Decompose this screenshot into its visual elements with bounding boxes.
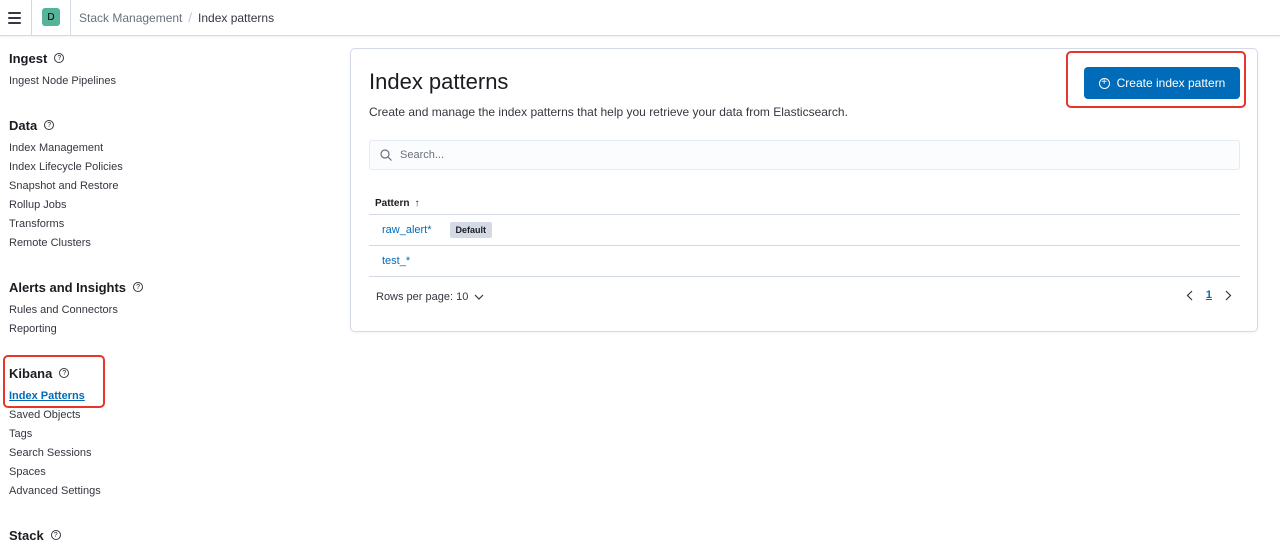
sidebar-item-transforms[interactable]: Transforms — [9, 215, 123, 234]
rows-per-page-label: Rows per page: 10 — [376, 291, 469, 303]
nav-group-title: Ingest ? — [9, 49, 116, 67]
highlight-box-create-button — [1066, 51, 1246, 108]
search-input[interactable] — [400, 149, 1220, 161]
sidebar-item-rollup-jobs[interactable]: Rollup Jobs — [9, 196, 123, 215]
table-footer: Rows per page: 10 1 — [369, 285, 1240, 309]
sidebar-item-index-lifecycle-policies[interactable]: Index Lifecycle Policies — [9, 158, 123, 177]
default-badge: Default — [449, 222, 493, 238]
sidebar-item-remote-clusters[interactable]: Remote Clusters — [9, 234, 123, 253]
breadcrumb-separator: / — [188, 10, 193, 25]
nav-group-alerts-and-insights: Alerts and Insights ? Rules and Connecto… — [9, 278, 144, 339]
help-icon[interactable]: ? — [50, 530, 61, 540]
help-icon[interactable]: ? — [133, 282, 144, 292]
header-divider — [70, 0, 71, 36]
nav-group-stack: Stack ? — [9, 526, 61, 544]
highlight-box-kibana — [3, 355, 105, 408]
nav-group-ingest: Ingest ? Ingest Node Pipelines — [9, 49, 116, 91]
sidebar-item-reporting[interactable]: Reporting — [9, 320, 143, 339]
search-icon — [380, 149, 392, 161]
breadcrumb: Stack Management / Index patterns — [79, 10, 274, 25]
table-header-pattern[interactable]: Pattern ↑ — [369, 193, 1240, 215]
sidebar-item-snapshot-and-restore[interactable]: Snapshot and Restore — [9, 177, 123, 196]
nav-group-title-text: Data — [9, 117, 38, 133]
top-header: D Stack Management / Index patterns — [0, 0, 1280, 36]
chevron-left-icon[interactable] — [1186, 290, 1193, 301]
hamburger-menu-icon[interactable] — [8, 8, 24, 28]
sort-ascending-icon[interactable]: ↑ — [414, 198, 419, 209]
header-divider — [31, 0, 32, 36]
sidebar-item-rules-and-connectors[interactable]: Rules and Connectors — [9, 301, 143, 320]
sidebar-item-ingest-node-pipelines[interactable]: Ingest Node Pipelines — [9, 72, 116, 91]
table-row: test_* — [369, 246, 1240, 277]
breadcrumb-current: Index patterns — [198, 10, 275, 25]
page-title: Index patterns — [369, 69, 509, 94]
column-header-label: Pattern — [375, 198, 410, 209]
page-number[interactable]: 1 — [1206, 289, 1212, 301]
help-icon[interactable]: ? — [44, 120, 55, 130]
nav-group-title-text: Alerts and Insights — [9, 279, 127, 295]
nav-group-title-text: Stack — [9, 527, 44, 543]
nav-group-title: Data ? — [9, 116, 123, 134]
sidebar-item-advanced-settings[interactable]: Advanced Settings — [9, 482, 101, 501]
page-description: Create and manage the index patterns tha… — [369, 105, 848, 119]
pattern-link-test[interactable]: test_* — [382, 255, 410, 267]
sidebar-item-saved-objects[interactable]: Saved Objects — [9, 406, 101, 425]
search-bar — [369, 140, 1240, 170]
rows-per-page-select[interactable]: Rows per page: 10 — [376, 291, 484, 303]
sidebar-item-tags[interactable]: Tags — [9, 425, 101, 444]
sidebar-item-search-sessions[interactable]: Search Sessions — [9, 444, 101, 463]
nav-group-title: Alerts and Insights ? — [9, 278, 144, 296]
chevron-right-icon[interactable] — [1225, 290, 1232, 301]
sidebar-item-index-management[interactable]: Index Management — [9, 139, 123, 158]
pattern-link-raw-alert[interactable]: raw_alert* — [382, 224, 432, 236]
chevron-down-icon — [474, 294, 484, 300]
pagination: 1 — [1186, 289, 1232, 301]
sidebar-item-spaces[interactable]: Spaces — [9, 463, 101, 482]
help-icon[interactable]: ? — [54, 53, 65, 63]
table-row: raw_alert* Default — [369, 215, 1240, 246]
breadcrumb-stack-management[interactable]: Stack Management — [79, 11, 182, 25]
space-avatar[interactable]: D — [42, 8, 60, 26]
nav-group-data: Data ? Index Management Index Lifecycle … — [9, 116, 123, 253]
nav-group-title-text: Ingest — [9, 50, 48, 66]
index-patterns-table: Pattern ↑ raw_alert* Default test_* — [369, 193, 1240, 277]
nav-group-title: Stack ? — [9, 526, 61, 544]
